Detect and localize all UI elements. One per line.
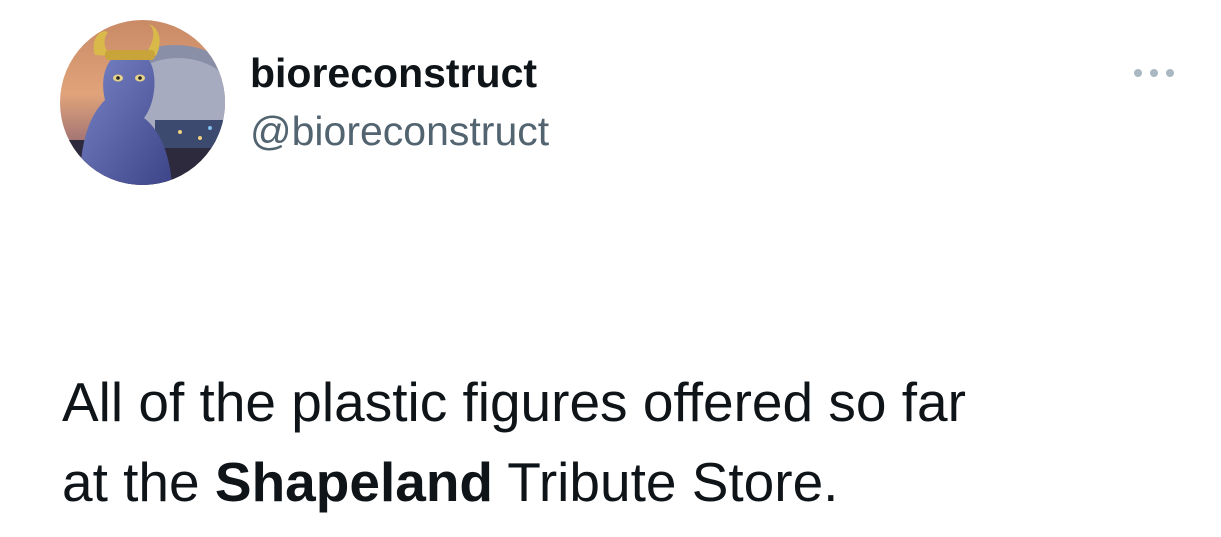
avatar[interactable] — [60, 20, 225, 185]
tweet-card: bioreconstruct @bioreconstruct All of th… — [0, 0, 1221, 537]
more-options-icon — [1134, 69, 1174, 77]
author-display-name[interactable]: bioreconstruct — [250, 50, 549, 96]
tweet-text-prefix: at the — [62, 451, 215, 513]
more-options-button[interactable] — [1128, 58, 1180, 88]
tweet-body: All of the plastic figures offered so fa… — [62, 362, 1192, 522]
tweet-text-line-1: All of the plastic figures offered so fa… — [62, 371, 966, 433]
tweet-text-line-2: at the Shapeland Tribute Store. — [62, 442, 1192, 522]
author-handle[interactable]: @bioreconstruct — [250, 108, 549, 154]
author-info: bioreconstruct @bioreconstruct — [250, 50, 549, 154]
tweet-text-highlight: Shapeland — [214, 451, 494, 513]
avatar-image — [60, 20, 225, 185]
tweet-text-suffix: Tribute Store. — [493, 451, 839, 513]
